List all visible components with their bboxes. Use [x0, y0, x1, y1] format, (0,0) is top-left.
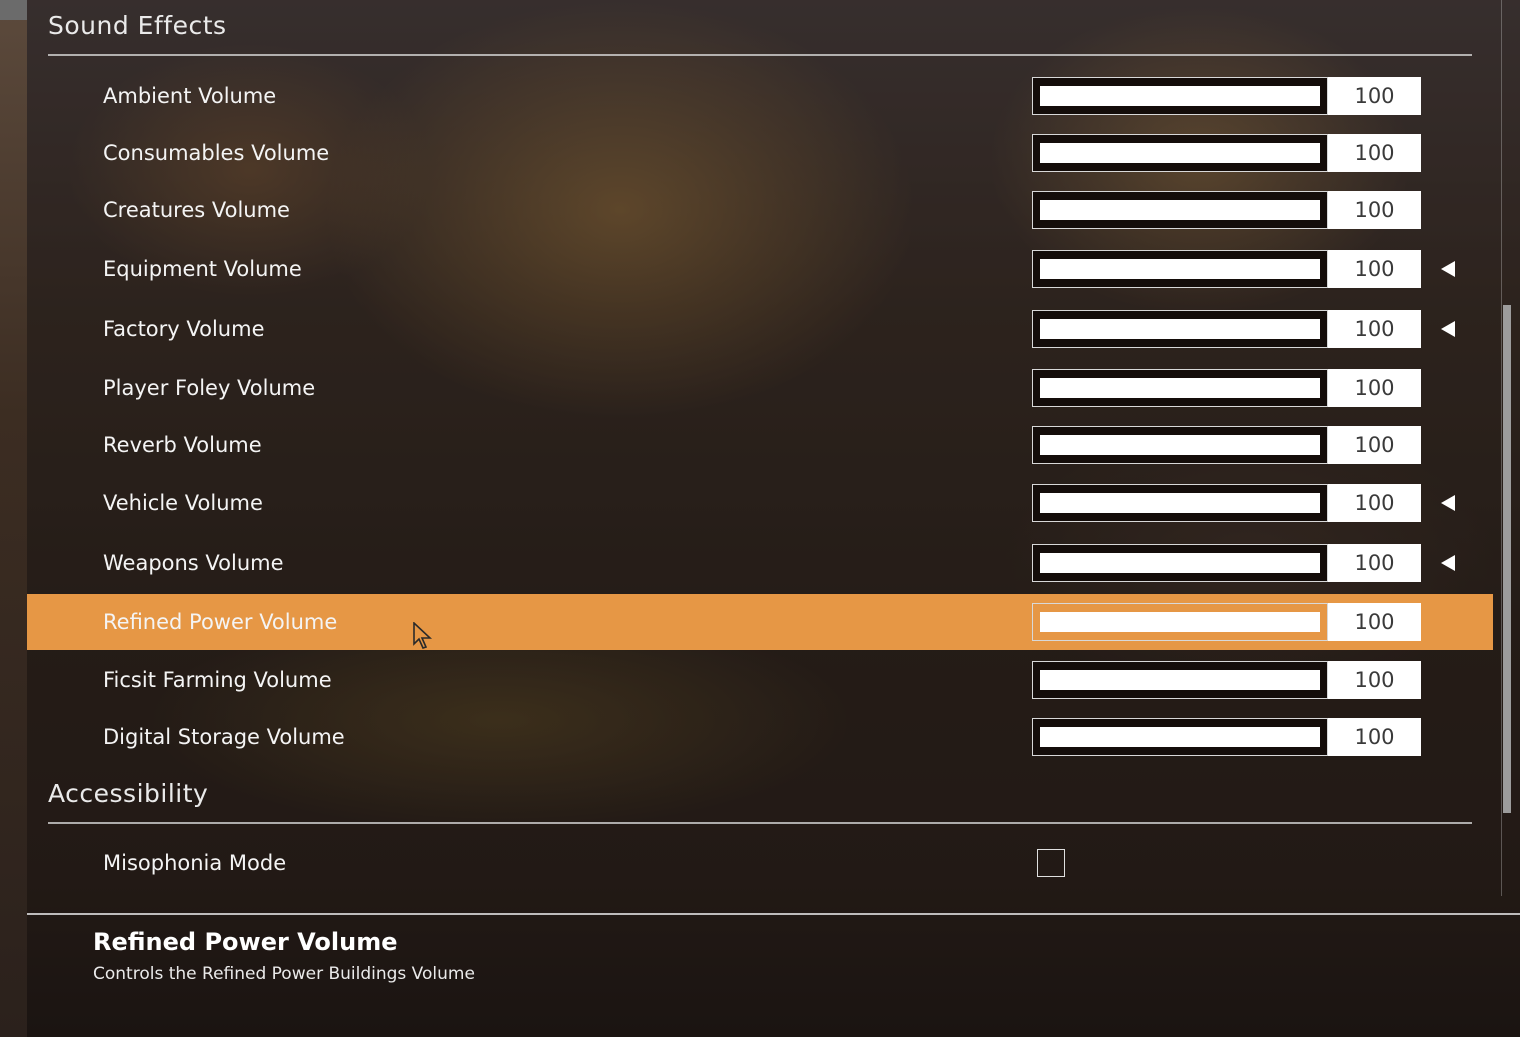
setting-label: Player Foley Volume: [103, 376, 316, 400]
creatures-volume-value-input[interactable]: 100: [1328, 191, 1421, 229]
section-title-sound-effects: Sound Effects: [48, 11, 227, 40]
slider-fill: [1040, 727, 1320, 747]
section-divider: [48, 822, 1472, 824]
setting-row-vehicle-volume[interactable]: Vehicle Volume 100: [27, 475, 1493, 531]
vehicle-volume-slider[interactable]: [1032, 484, 1328, 522]
slider-fill: [1040, 670, 1320, 690]
setting-label: Ficsit Farming Volume: [103, 668, 332, 692]
slider-fill: [1040, 435, 1320, 455]
weapons-volume-slider[interactable]: [1032, 544, 1328, 582]
equipment-volume-slider[interactable]: [1032, 250, 1328, 288]
reverb-volume-value-input[interactable]: 100: [1328, 426, 1421, 464]
equipment-volume-value-input[interactable]: 100: [1328, 250, 1421, 288]
factory-volume-slider[interactable]: [1032, 310, 1328, 348]
setting-row-player-foley-volume[interactable]: Player Foley Volume 100: [27, 360, 1493, 416]
setting-label: Weapons Volume: [103, 551, 284, 575]
description-title: Refined Power Volume: [93, 928, 398, 956]
setting-label: Vehicle Volume: [103, 491, 263, 515]
description-divider: [27, 913, 1520, 915]
setting-row-refined-power-volume[interactable]: Refined Power Volume 100: [27, 594, 1493, 650]
left-edge-strip: [0, 0, 27, 1037]
reset-arrow-icon[interactable]: [1441, 261, 1455, 277]
scrollbar-track[interactable]: [1501, 0, 1502, 896]
slider-fill: [1040, 319, 1320, 339]
digital-storage-volume-slider[interactable]: [1032, 718, 1328, 756]
refined-power-volume-value-input[interactable]: 100: [1328, 603, 1421, 641]
setting-row-reverb-volume[interactable]: Reverb Volume 100: [27, 417, 1493, 473]
creatures-volume-slider[interactable]: [1032, 191, 1328, 229]
setting-row-digital-storage-volume[interactable]: Digital Storage Volume 100: [27, 709, 1493, 765]
reverb-volume-slider[interactable]: [1032, 426, 1328, 464]
setting-label: Reverb Volume: [103, 433, 262, 457]
slider-fill: [1040, 86, 1320, 106]
section-title-accessibility: Accessibility: [48, 779, 209, 808]
setting-row-weapons-volume[interactable]: Weapons Volume 100: [27, 535, 1493, 591]
player-foley-volume-slider[interactable]: [1032, 369, 1328, 407]
player-foley-volume-value-input[interactable]: 100: [1328, 369, 1421, 407]
slider-fill: [1040, 143, 1320, 163]
setting-row-creatures-volume[interactable]: Creatures Volume 100: [27, 182, 1493, 238]
setting-row-ficsit-farming-volume[interactable]: Ficsit Farming Volume 100: [27, 652, 1493, 708]
scrollbar-thumb[interactable]: [1503, 305, 1511, 813]
digital-storage-volume-value-input[interactable]: 100: [1328, 718, 1421, 756]
reset-arrow-icon[interactable]: [1441, 495, 1455, 511]
consumables-volume-value-input[interactable]: 100: [1328, 134, 1421, 172]
reset-arrow-icon[interactable]: [1441, 555, 1455, 571]
setting-row-misophonia-mode[interactable]: Misophonia Mode: [27, 835, 1493, 891]
setting-label: Creatures Volume: [103, 198, 290, 222]
slider-fill: [1040, 553, 1320, 573]
setting-label: Ambient Volume: [103, 84, 277, 108]
slider-fill: [1040, 378, 1320, 398]
setting-row-consumables-volume[interactable]: Consumables Volume 100: [27, 125, 1493, 181]
ambient-volume-value-input[interactable]: 100: [1328, 77, 1421, 115]
ambient-volume-slider[interactable]: [1032, 77, 1328, 115]
setting-row-factory-volume[interactable]: Factory Volume 100: [27, 301, 1493, 357]
setting-row-equipment-volume[interactable]: Equipment Volume 100: [27, 241, 1493, 297]
setting-label: Consumables Volume: [103, 141, 330, 165]
setting-label: Equipment Volume: [103, 257, 302, 281]
setting-label: Misophonia Mode: [103, 851, 287, 875]
left-edge-tab[interactable]: [0, 0, 27, 20]
section-divider: [48, 54, 1472, 56]
slider-fill: [1040, 612, 1320, 632]
slider-fill: [1040, 259, 1320, 279]
consumables-volume-slider[interactable]: [1032, 134, 1328, 172]
slider-fill: [1040, 493, 1320, 513]
ficsit-farming-volume-slider[interactable]: [1032, 661, 1328, 699]
setting-label: Factory Volume: [103, 317, 265, 341]
reset-arrow-icon[interactable]: [1441, 321, 1455, 337]
description-text: Controls the Refined Power Buildings Vol…: [93, 964, 475, 984]
ficsit-farming-volume-value-input[interactable]: 100: [1328, 661, 1421, 699]
refined-power-volume-slider[interactable]: [1032, 603, 1328, 641]
weapons-volume-value-input[interactable]: 100: [1328, 544, 1421, 582]
setting-row-ambient-volume[interactable]: Ambient Volume 100: [27, 68, 1493, 124]
setting-label: Refined Power Volume: [103, 610, 338, 634]
mouse-cursor-icon: [413, 622, 433, 649]
setting-label: Digital Storage Volume: [103, 725, 345, 749]
factory-volume-value-input[interactable]: 100: [1328, 310, 1421, 348]
misophonia-mode-checkbox[interactable]: [1037, 849, 1065, 877]
vehicle-volume-value-input[interactable]: 100: [1328, 484, 1421, 522]
slider-fill: [1040, 200, 1320, 220]
